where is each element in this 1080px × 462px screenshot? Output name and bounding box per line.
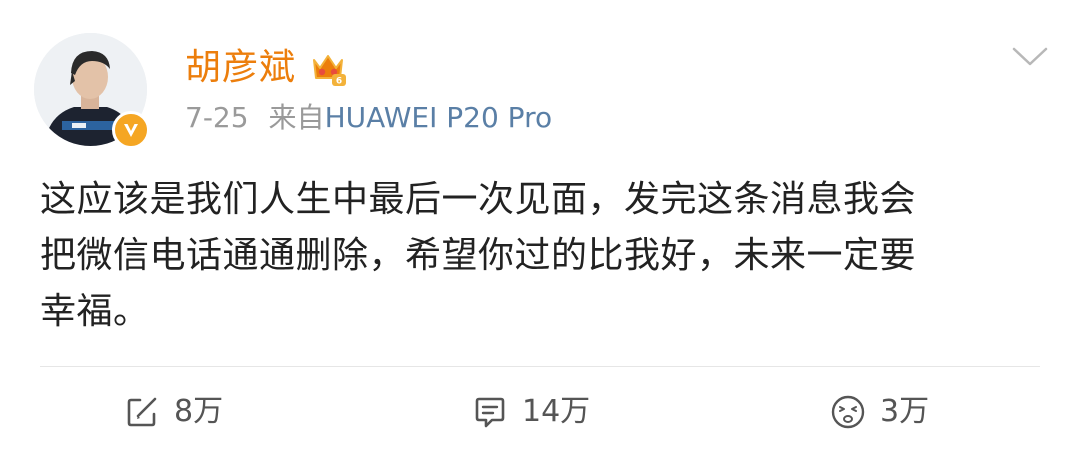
like-button[interactable]: 3万 [830, 384, 929, 440]
avatar-container[interactable] [34, 33, 150, 149]
username-row: 胡彦斌 6 [185, 38, 348, 98]
post-meta: 7-25 来自 HUAWEI P20 Pro [185, 96, 552, 140]
repost-count: 8万 [174, 394, 224, 429]
vip-crown-icon[interactable]: 6 [308, 48, 348, 88]
source-label: 来自 [268, 101, 325, 134]
comment-icon [475, 397, 505, 428]
svg-text:6: 6 [336, 77, 342, 87]
comment-button[interactable]: 14万 [472, 384, 590, 440]
post-text-line: 这应该是我们人生中最后一次见面，发完这条消息我会 [40, 179, 917, 220]
post-text-line: 幸福。 [40, 291, 150, 332]
repost-button[interactable]: 8万 [124, 384, 223, 440]
weibo-post-card: 胡彦斌 6 7-25 来自 HUAWEI P20 Pro 这应该是我们人生中最后… [0, 0, 1080, 462]
divider [40, 366, 1040, 367]
action-bar: 8万 14万 3万 [0, 384, 1080, 440]
verified-v-icon [124, 124, 138, 137]
username[interactable]: 胡彦斌 [185, 38, 296, 98]
like-count: 3万 [880, 394, 930, 429]
comment-count: 14万 [522, 394, 591, 429]
repost-icon [127, 397, 157, 427]
source-device-link[interactable]: HUAWEI P20 Pro [325, 96, 553, 140]
post-date: 7-25 [185, 101, 249, 134]
post-text-line: 把微信电话通通删除，希望你过的比我好，未来一定要 [40, 235, 917, 276]
emoji-face-icon [831, 395, 865, 429]
verified-badge [112, 111, 150, 149]
post-body: 这应该是我们人生中最后一次见面，发完这条消息我会 把微信电话通通删除，希望你过的… [40, 172, 1050, 340]
chevron-down-icon[interactable] [1010, 44, 1050, 70]
